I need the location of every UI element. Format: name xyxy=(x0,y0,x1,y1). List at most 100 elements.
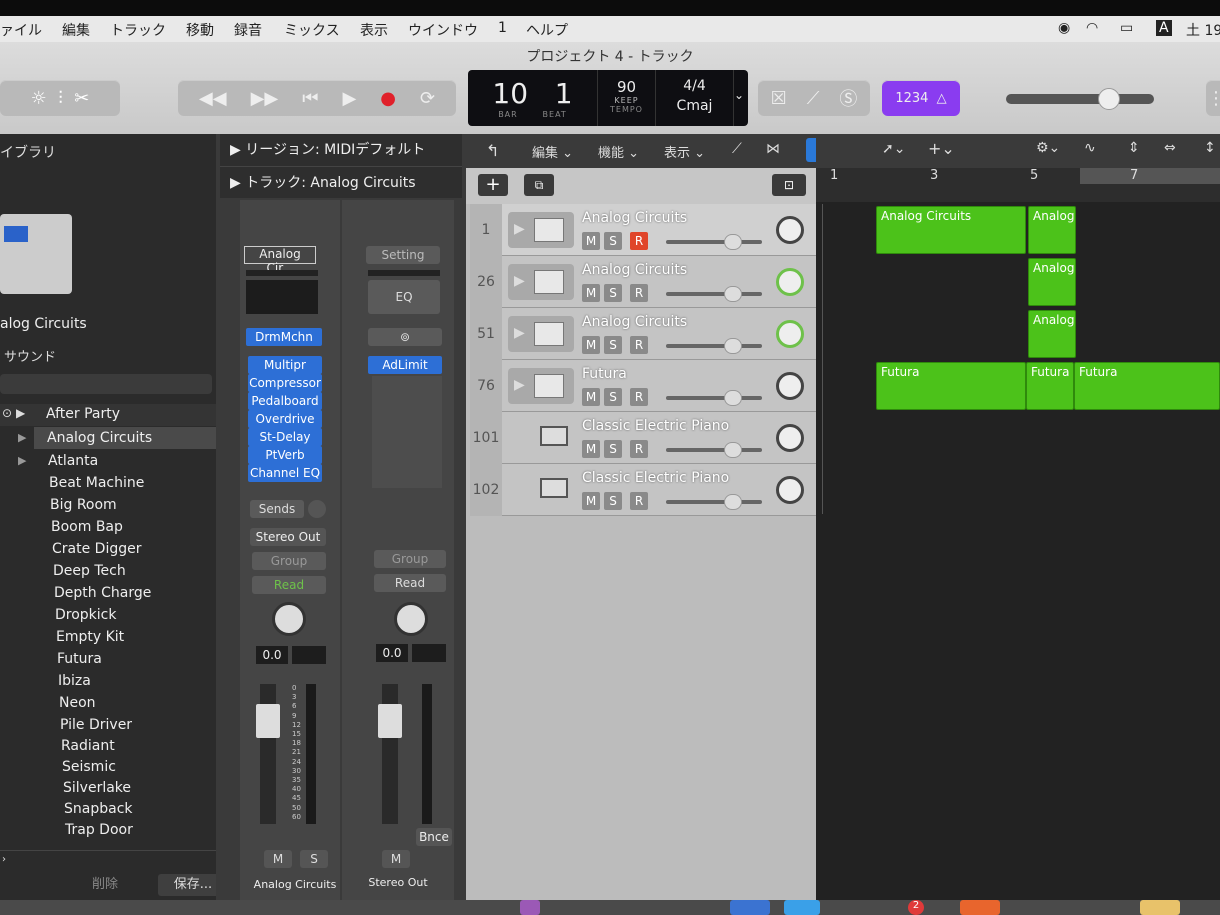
record-enable-button[interactable]: R xyxy=(630,492,648,510)
solo-button[interactable]: S xyxy=(604,336,622,354)
mixer-icon[interactable]: ⫶ xyxy=(58,88,63,109)
delete-button[interactable]: 削除 xyxy=(60,874,150,896)
battery-icon[interactable]: ▭ xyxy=(1120,20,1133,36)
link-icon[interactable]: ⊚ xyxy=(368,328,442,346)
view-menu[interactable]: 表示 ⌄ xyxy=(664,142,705,161)
disclosure-icon[interactable]: ▶ xyxy=(514,221,525,237)
send-knob[interactable] xyxy=(308,500,326,518)
library-item[interactable]: Silverlake xyxy=(63,780,131,796)
disclosure-icon[interactable]: ▶ xyxy=(514,325,525,341)
plugin-slot[interactable]: Multipr xyxy=(248,356,322,374)
mute-button[interactable]: M xyxy=(582,232,600,250)
mute-button[interactable]: M xyxy=(382,850,410,868)
record-enable-button[interactable]: R xyxy=(630,232,648,250)
add-track-button[interactable]: + xyxy=(478,174,508,196)
app-icon[interactable] xyxy=(1140,900,1180,915)
plugin-slot[interactable]: St-Delay xyxy=(248,428,322,446)
mute-button[interactable]: M xyxy=(264,850,292,868)
pan-knob[interactable] xyxy=(776,320,804,348)
chevron-right-icon[interactable]: ▶ xyxy=(18,431,26,444)
record-enable-button[interactable]: R xyxy=(630,284,648,302)
pan-knob[interactable] xyxy=(776,216,804,244)
track-volume-slider[interactable] xyxy=(666,494,762,510)
record-button[interactable]: ● xyxy=(380,88,396,109)
instrument-slot[interactable]: Analog Cir... xyxy=(244,246,316,275)
library-item[interactable]: Futura xyxy=(57,651,102,667)
fit-icon[interactable]: ↕ xyxy=(1204,140,1216,156)
track-volume-slider[interactable] xyxy=(666,338,762,354)
track-row[interactable]: 102 Classic Electric Piano M S R xyxy=(470,464,816,516)
track-inspector-header[interactable]: ▶ トラック: Analog Circuits xyxy=(220,166,462,198)
disclosure-icon[interactable]: ▶ xyxy=(230,142,241,158)
track-volume-knob[interactable] xyxy=(724,390,742,406)
record-enable-button[interactable]: R xyxy=(630,336,648,354)
library-item[interactable]: Atlanta xyxy=(48,453,98,469)
eq-thumb[interactable] xyxy=(246,270,318,276)
back-icon[interactable]: ↰ xyxy=(486,141,499,160)
midi-region[interactable]: Analog xyxy=(1028,258,1076,306)
cycle-range[interactable] xyxy=(1080,168,1220,184)
mute-button[interactable]: M xyxy=(582,440,600,458)
tuner-icon[interactable]: ⟋ xyxy=(807,88,820,109)
track-volume-knob[interactable] xyxy=(724,234,742,250)
record-enable-button[interactable]: R xyxy=(630,388,648,406)
pointer-tool-icon[interactable]: ➚⌄ xyxy=(882,141,905,157)
play-button[interactable]: ▶ xyxy=(342,88,356,109)
library-item[interactable]: Crate Digger xyxy=(52,541,141,557)
library-item[interactable]: After Party xyxy=(46,406,120,422)
flex-icon[interactable]: ⋈ xyxy=(766,141,780,157)
track-volume-slider[interactable] xyxy=(666,442,762,458)
eq-button[interactable]: EQ xyxy=(368,280,440,314)
track-row[interactable]: 76 ▶ Futura M S R xyxy=(470,360,816,412)
pan-knob[interactable] xyxy=(776,424,804,452)
track-volume-slider[interactable] xyxy=(666,234,762,250)
midi-region[interactable]: Futura xyxy=(876,362,1026,410)
sound-category[interactable]: サウンド xyxy=(0,346,216,370)
chevron-right-icon[interactable]: › xyxy=(2,854,6,865)
lcd-position[interactable]: 10 1 BAR BEAT xyxy=(468,70,598,126)
library-item[interactable]: Dropkick xyxy=(55,607,116,623)
lcd-display[interactable]: 10 1 BAR BEAT 90 KEEP TEMPO 4/4 Cmaj ⌄ xyxy=(468,70,748,126)
metronome-icon[interactable]: △ xyxy=(937,91,947,106)
functions-menu[interactable]: 機能 ⌄ xyxy=(598,142,639,161)
inspector-icon[interactable]: ☼ xyxy=(31,88,47,109)
track-volume-slider[interactable] xyxy=(666,390,762,406)
fader-track[interactable] xyxy=(256,684,280,824)
track-row[interactable]: 26 ▶ Analog Circuits M S R xyxy=(470,256,816,308)
library-item[interactable]: Pile Driver xyxy=(60,717,132,733)
menu-edit[interactable]: 編集 xyxy=(62,20,90,40)
track-name[interactable]: Analog Circuits xyxy=(582,262,687,278)
track-icon[interactable]: ▶ xyxy=(508,368,574,404)
track-name[interactable]: Classic Electric Piano xyxy=(582,418,729,434)
menubar-clock[interactable]: 土 19 xyxy=(1186,20,1220,40)
record-enable-button[interactable]: R xyxy=(630,440,648,458)
mute-button[interactable]: M xyxy=(582,492,600,510)
chevron-right-icon[interactable]: ▶ xyxy=(18,454,26,467)
library-item[interactable]: Big Room xyxy=(50,497,117,513)
library-item[interactable]: Radiant xyxy=(61,738,115,754)
count-in-label[interactable]: 1234 xyxy=(895,91,928,106)
midi-region[interactable]: Futura xyxy=(1074,362,1220,410)
scissors-icon[interactable]: ✂ xyxy=(74,88,89,109)
ruler[interactable]: 1 3 5 7 xyxy=(816,168,1220,202)
menu-view[interactable]: 表示 xyxy=(360,20,388,40)
group-slot[interactable]: Group xyxy=(252,552,326,570)
setting-button[interactable]: Setting xyxy=(366,246,440,264)
library-item[interactable]: Snapback xyxy=(64,801,133,817)
app-icon[interactable] xyxy=(784,900,820,915)
fader-track[interactable] xyxy=(378,684,402,824)
master-volume-knob[interactable] xyxy=(1098,88,1120,110)
search-icon[interactable]: ◉ xyxy=(1058,20,1070,36)
disclosure-icon[interactable]: ▶ xyxy=(230,175,241,191)
midi-region[interactable]: Futura xyxy=(1026,362,1074,410)
count-in-metronome[interactable]: 1234 △ xyxy=(882,80,960,116)
bounce-button[interactable]: Bnce xyxy=(416,828,452,846)
chevron-down-icon[interactable]: ⌄ xyxy=(734,88,744,102)
vertical-zoom-icon[interactable]: ⇕ xyxy=(1128,140,1140,156)
library-item[interactable]: Boom Bap xyxy=(51,519,123,535)
library-item[interactable]: Beat Machine xyxy=(49,475,144,491)
plugin-slot[interactable]: Overdrive xyxy=(248,410,322,428)
replace-icon[interactable]: ☒ xyxy=(771,88,787,109)
more-button[interactable]: ⋮ xyxy=(1206,80,1220,116)
pan-knob[interactable] xyxy=(776,372,804,400)
